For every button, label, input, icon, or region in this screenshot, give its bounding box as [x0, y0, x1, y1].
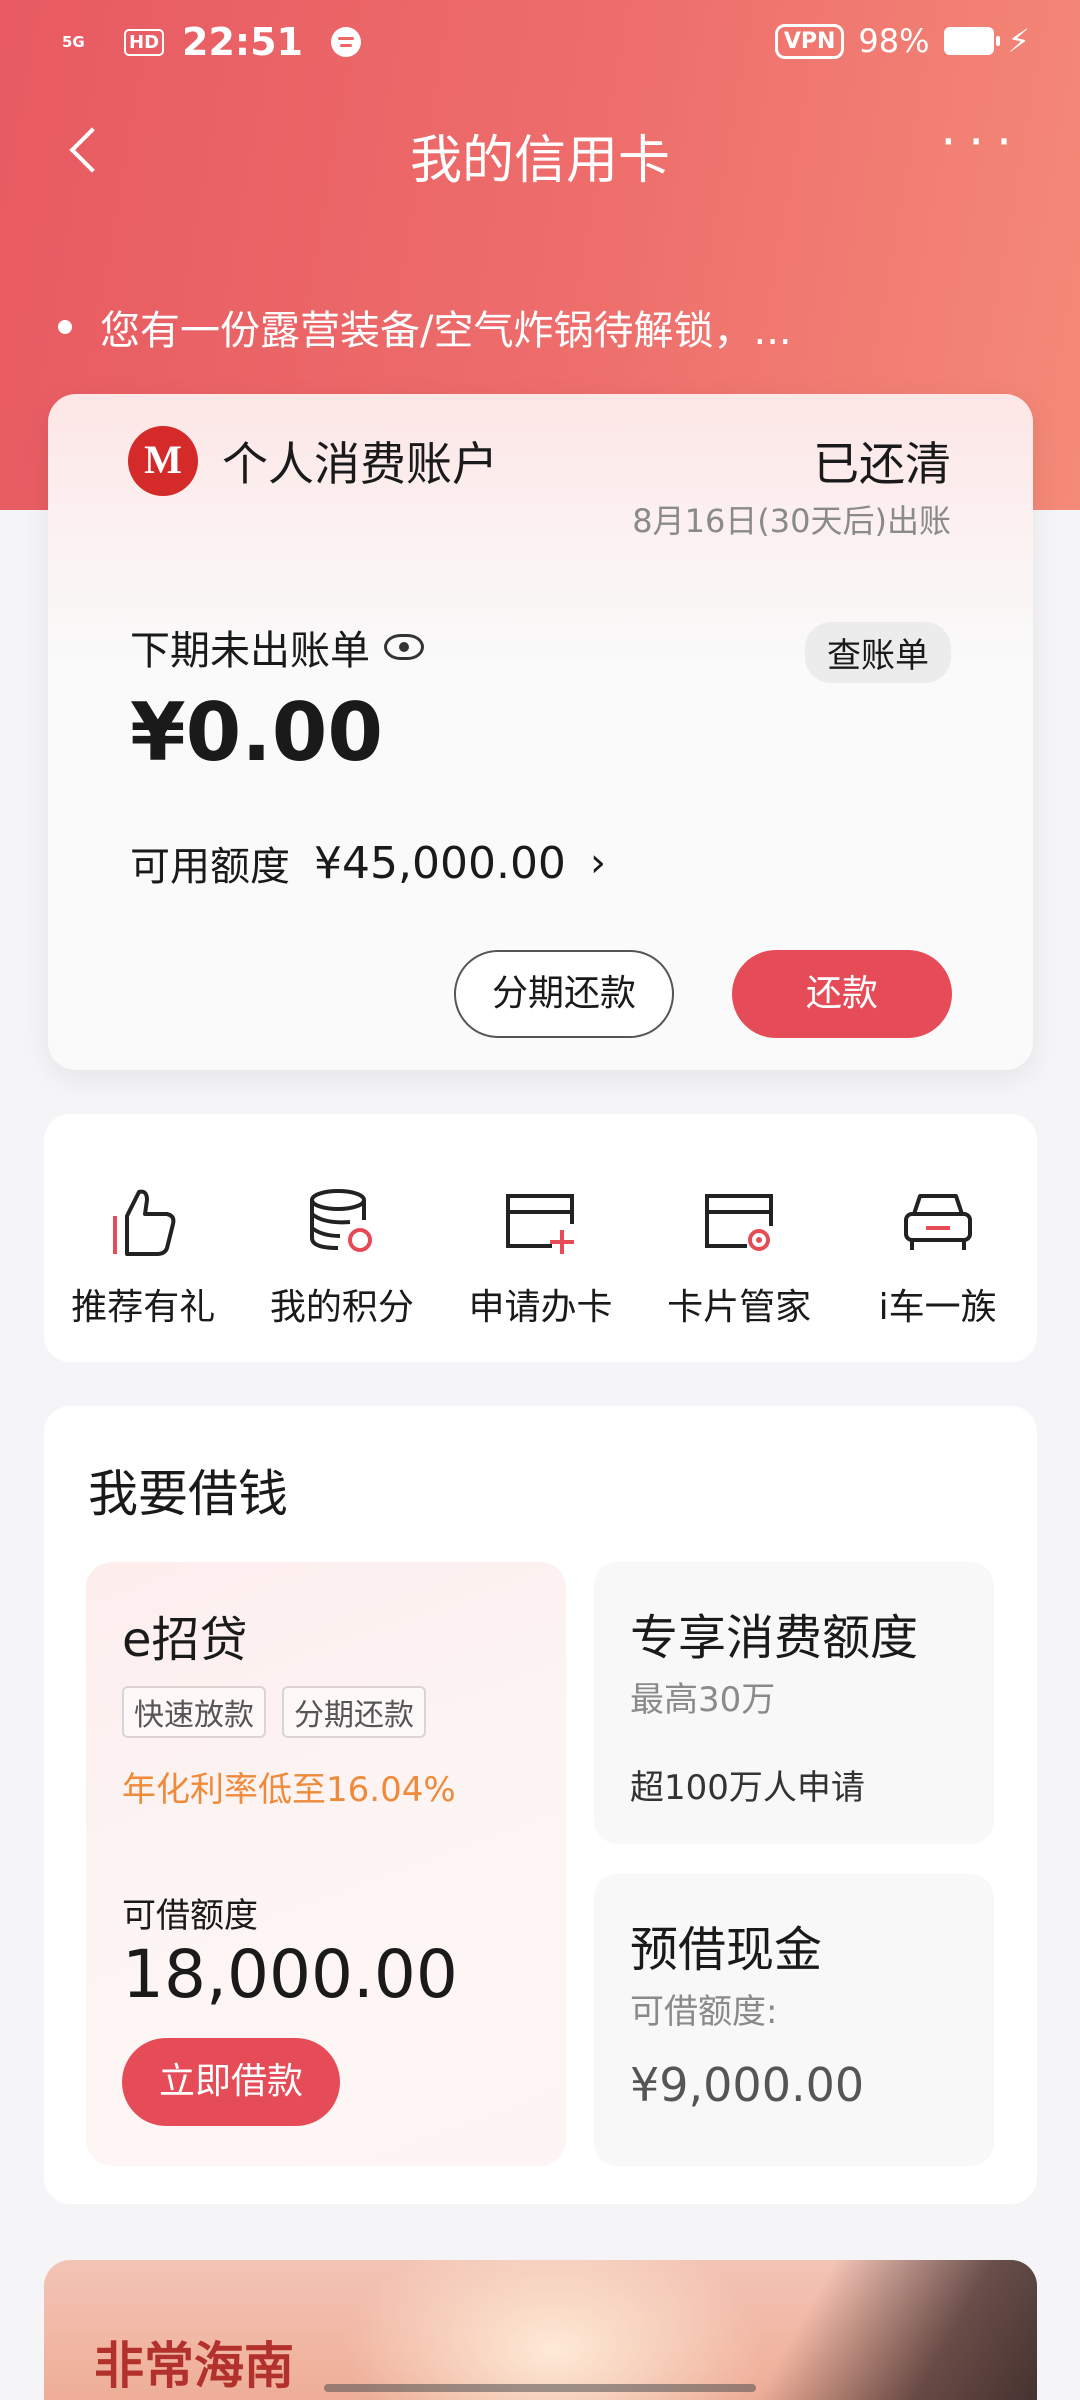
shortcut-card-manager[interactable]: 卡片管家	[640, 1114, 839, 1362]
shortcut-points[interactable]: 我的积分	[243, 1114, 442, 1362]
loan-name: e招贷	[122, 1612, 248, 1668]
available-credit-row[interactable]: 可用额度 ¥45,000.00 ›	[130, 834, 606, 892]
loan-tag: 快速放款	[122, 1686, 266, 1738]
bill-date: 8月16日(30天后)出账	[632, 502, 951, 540]
card-title: 专享消费额度	[630, 1610, 919, 1666]
cash-advance-amount: ¥9,000.00	[630, 2058, 865, 2112]
card-settings-icon	[705, 1194, 774, 1251]
installment-repay-button[interactable]: 分期还款	[454, 950, 674, 1038]
loan-tag: 分期还款	[282, 1686, 426, 1738]
page-title: 我的信用卡	[409, 131, 670, 191]
promo-notice[interactable]: 您有一份露营装备/空气炸锅待解锁，...	[58, 298, 792, 356]
section-title: 我要借钱	[88, 1465, 288, 1523]
thumbs-up-icon	[113, 1189, 176, 1256]
promo-banner[interactable]: 非常海南	[44, 2260, 1037, 2400]
credit-value: ¥45,000.00	[314, 837, 566, 889]
loan-tags: 快速放款 分期还款	[122, 1686, 426, 1738]
card-subtitle: 可借额度:	[630, 1992, 778, 2032]
account-card: 个人消费账户 已还清 8月16日(30天后)出账 下期未出账单 查账单 ¥0.0…	[48, 394, 1033, 1070]
card-subtitle: 最高30万	[630, 1680, 776, 1720]
shortcut-label: 我的积分	[269, 1287, 414, 1328]
shortcut-referral[interactable]: 推荐有礼	[44, 1114, 243, 1362]
points-coin-icon	[309, 1189, 372, 1252]
nav-bar: 我的信用卡 ···	[0, 100, 1080, 200]
eye-icon[interactable]	[384, 634, 424, 660]
charging-icon: ⚡	[1007, 22, 1030, 60]
promo-notice-text: 您有一份露营装备/空气炸锅待解锁，...	[100, 308, 792, 354]
borrow-section: 我要借钱 e招贷 快速放款 分期还款 年化利率低至16.04% 可借额度 18,…	[44, 1406, 1037, 2204]
account-name: 个人消费账户	[222, 437, 498, 491]
hd-icon: HD	[124, 28, 165, 56]
loan-rate: 年化利率低至16.04%	[122, 1770, 456, 1810]
chevron-right-icon: ›	[589, 840, 606, 886]
unbilled-amount: ¥0.00	[130, 686, 384, 779]
banner-palm-trees	[757, 2260, 1037, 2400]
consumption-limit-card[interactable]: 专享消费额度 最高30万 超100万人申请	[594, 1562, 994, 1844]
home-indicator[interactable]	[324, 2384, 756, 2392]
card-add-icon	[506, 1194, 575, 1254]
bank-logo-icon	[128, 426, 198, 496]
shortcut-car-club[interactable]: i车一族	[838, 1114, 1037, 1362]
shortcut-label: 卡片管家	[667, 1287, 812, 1328]
view-bill-button[interactable]: 查账单	[805, 622, 951, 683]
borrow-now-button[interactable]: 立即借款	[122, 2038, 340, 2126]
banner-title: 非常海南	[94, 2337, 294, 2395]
cash-advance-card[interactable]: 预借现金 可借额度: ¥9,000.00	[594, 1874, 994, 2166]
unbilled-label-text: 下期未出账单	[130, 628, 370, 674]
repayment-status: 已还清	[813, 437, 951, 491]
status-time: 22:51	[182, 20, 303, 64]
unbilled-label: 下期未出账单	[130, 618, 424, 676]
loan-limit-label: 可借额度	[122, 1896, 258, 1936]
card-title: 预借现金	[630, 1922, 823, 1978]
status-bar: 5G HD 22:51 VPN 98% ⚡	[0, 0, 1080, 86]
bullet-icon	[58, 320, 72, 334]
card-footnote: 超100万人申请	[630, 1768, 865, 1808]
shortcut-label: i车一族	[878, 1287, 997, 1328]
loan-limit: 18,000.00	[122, 1936, 458, 2013]
battery-icon	[943, 27, 1000, 55]
battery-percent: 98%	[858, 22, 930, 60]
shortcut-apply-card[interactable]: 申请办卡	[441, 1114, 640, 1362]
car-icon	[903, 1194, 972, 1250]
spotify-icon	[330, 27, 361, 57]
more-options-button[interactable]: ···	[940, 117, 1024, 167]
e-loan-card[interactable]: e招贷 快速放款 分期还款 年化利率低至16.04% 可借额度 18,000.0…	[86, 1562, 566, 2166]
vpn-icon: VPN	[774, 23, 845, 59]
banner-sunset	[344, 2260, 764, 2400]
signal-icon: 5G	[62, 32, 85, 51]
credit-label: 可用额度	[130, 844, 290, 890]
shortcut-label: 推荐有礼	[71, 1287, 216, 1328]
shortcut-label: 申请办卡	[468, 1287, 613, 1328]
shortcut-grid: 推荐有礼 我的积分 申请办卡 卡片管家 i车一族	[44, 1114, 1037, 1362]
repay-button[interactable]: 还款	[732, 950, 952, 1038]
